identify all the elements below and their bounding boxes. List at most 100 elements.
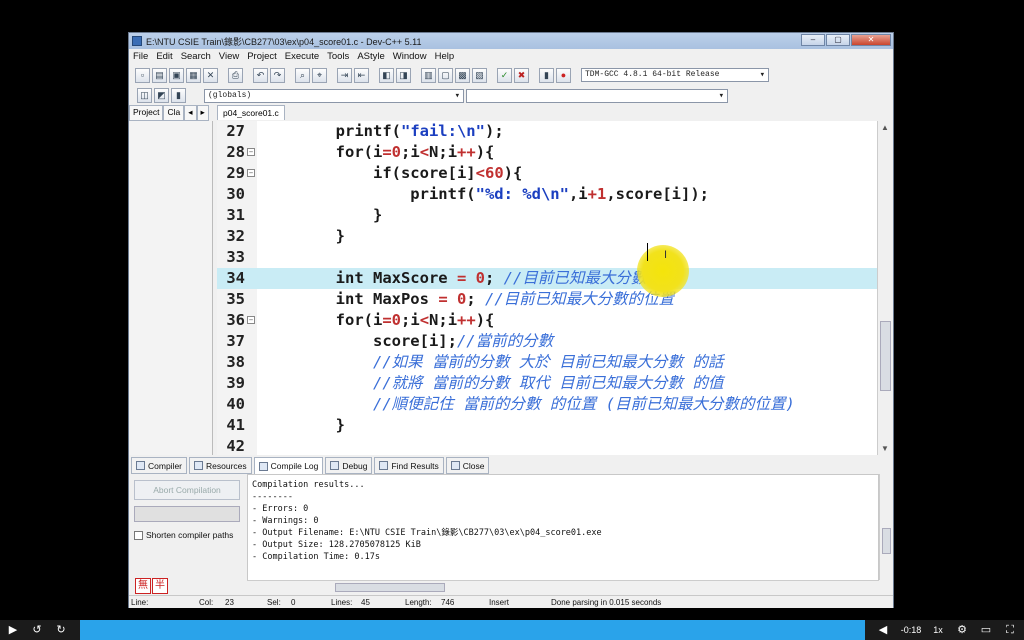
menu-astyle[interactable]: AStyle: [357, 51, 384, 62]
code-line[interactable]: 31 }: [217, 205, 877, 226]
code-editor[interactable]: 27 printf("fail:\n"); 28− for(i=0;i<N;i++…: [217, 121, 877, 455]
new-file-icon[interactable]: ▫: [135, 67, 150, 83]
shorten-paths-checkbox[interactable]: Shorten compiler paths: [134, 530, 233, 540]
menu-window[interactable]: Window: [393, 51, 427, 62]
code-line[interactable]: 33: [217, 247, 877, 268]
forward-icon[interactable]: ↻: [54, 622, 68, 638]
fullscreen-icon[interactable]: ⛶: [1002, 622, 1018, 638]
print-icon[interactable]: ⎙: [228, 67, 243, 83]
abort-compilation-button[interactable]: Abort Compilation: [134, 480, 240, 500]
tab-find-results[interactable]: Find Results: [374, 457, 444, 474]
play-icon[interactable]: ▶: [6, 622, 20, 638]
settings-icon[interactable]: ⚙: [954, 622, 970, 638]
code-line[interactable]: 35 int MaxPos = 0; //目前已知最大分數的位置: [217, 289, 877, 310]
insert-icon[interactable]: ◫: [137, 88, 152, 103]
tab-p04-score01[interactable]: p04_score01.c: [217, 105, 285, 120]
bookmark-icon[interactable]: ◧: [379, 67, 394, 83]
member-select[interactable]: [466, 88, 728, 103]
tab-classes[interactable]: Cla: [163, 105, 185, 121]
undo-icon[interactable]: ↶: [253, 67, 268, 83]
menu-help[interactable]: Help: [435, 51, 455, 62]
class-toolbar: ◫ ◩ ▮ (globals): [129, 86, 893, 105]
code-line[interactable]: 34 int MaxScore = 0; //目前已知最大分數: [217, 268, 877, 289]
compile-log-icon: [258, 461, 268, 471]
menu-file[interactable]: File: [133, 51, 148, 62]
menu-search[interactable]: Search: [181, 51, 211, 62]
log-line: - Errors: 0: [252, 504, 309, 514]
tab-debug[interactable]: Debug: [325, 457, 373, 474]
check-icon[interactable]: ✓: [497, 67, 512, 83]
checkbox-icon[interactable]: [134, 530, 143, 540]
code-line[interactable]: 28− for(i=0;i<N;i++){: [217, 142, 877, 163]
minimize-button[interactable]: –: [801, 34, 825, 46]
replace-icon[interactable]: ⌖: [312, 67, 327, 83]
scope-select[interactable]: (globals): [204, 88, 464, 103]
goto-bookmark-icon[interactable]: ▮: [171, 88, 186, 103]
run-icon[interactable]: ▢: [438, 67, 453, 83]
code-line[interactable]: 39 //就將 當前的分數 取代 目前已知最大分數 的值: [217, 373, 877, 394]
compile-icon[interactable]: ▥: [421, 67, 436, 83]
volume-icon[interactable]: ◀: [876, 622, 890, 638]
stop-icon[interactable]: ✖: [514, 67, 529, 83]
maximize-button[interactable]: ▢: [826, 34, 850, 46]
video-progress[interactable]: [80, 620, 865, 640]
code-line[interactable]: 40 //順便記住 當前的分數 的位置 (目前已知最大分數的位置): [217, 394, 877, 415]
code-line[interactable]: 41 }: [217, 415, 877, 436]
fold-toggle-icon[interactable]: −: [247, 316, 255, 324]
unindent-icon[interactable]: ⇤: [354, 67, 369, 83]
code-line[interactable]: 29− if(score[i]<60){: [217, 163, 877, 184]
ibeam-icon: I: [664, 249, 668, 261]
code-line[interactable]: 27 printf("fail:\n");: [217, 121, 877, 142]
tab-prev-icon[interactable]: ◂: [184, 105, 197, 121]
close-tab-icon: [450, 461, 460, 470]
find-icon[interactable]: ⌕: [295, 67, 310, 83]
tab-compile-log[interactable]: Compile Log: [253, 457, 324, 474]
code-line[interactable]: 38 //如果 當前的分數 大於 目前已知最大分數 的話: [217, 352, 877, 373]
log-hscrollbar[interactable]: [247, 580, 879, 594]
tab-compiler[interactable]: Compiler: [131, 457, 188, 474]
speed-button[interactable]: 1x: [930, 622, 946, 638]
menu-execute[interactable]: Execute: [285, 51, 319, 62]
compile-run-icon[interactable]: ▩: [455, 67, 470, 83]
compiler-select[interactable]: TDM-GCC 4.8.1 64-bit Release: [581, 68, 769, 82]
tab-next-icon[interactable]: ▸: [196, 105, 209, 121]
scroll-up-icon[interactable]: ▲: [881, 123, 889, 132]
redo-icon[interactable]: ↷: [270, 67, 285, 83]
code-line[interactable]: 36− for(i=0;i<N;i++){: [217, 310, 877, 331]
goto-icon[interactable]: ◨: [396, 67, 411, 83]
menu-view[interactable]: View: [219, 51, 239, 62]
close-button[interactable]: ✕: [851, 34, 891, 46]
rebuild-icon[interactable]: ▧: [472, 67, 487, 83]
code-line[interactable]: 30 printf("%d: %d\n",i+1,score[i]);: [217, 184, 877, 205]
menu-project[interactable]: Project: [247, 51, 277, 62]
menu-edit[interactable]: Edit: [156, 51, 172, 62]
debug-icon[interactable]: ●: [556, 67, 571, 83]
editor-vscrollbar[interactable]: ▲ ▼: [877, 121, 893, 455]
scroll-down-icon[interactable]: ▼: [881, 444, 889, 453]
tab-resources[interactable]: Resources: [189, 457, 252, 474]
tab-close[interactable]: Close: [445, 457, 490, 474]
code-line[interactable]: 37 score[i];//當前的分數: [217, 331, 877, 352]
resources-icon: [194, 461, 204, 470]
code-line[interactable]: 32 }: [217, 226, 877, 247]
save-all-icon[interactable]: ▦: [186, 67, 201, 83]
log-vscrollbar[interactable]: [879, 474, 893, 580]
save-icon[interactable]: ▣: [169, 67, 184, 83]
code-line[interactable]: 42: [217, 436, 877, 455]
find-results-icon: [379, 461, 389, 470]
status-mode: Insert: [489, 598, 510, 607]
chart-icon[interactable]: ▮: [539, 67, 554, 83]
tab-project[interactable]: Project: [129, 105, 164, 121]
fold-toggle-icon[interactable]: −: [247, 169, 255, 177]
fold-toggle-icon[interactable]: −: [247, 148, 255, 156]
toggle-icon[interactable]: ◩: [154, 88, 169, 103]
status-length-value: 746: [441, 598, 455, 607]
rewind-icon[interactable]: ↺: [30, 622, 44, 638]
open-file-icon[interactable]: ▤: [152, 67, 167, 83]
captions-icon[interactable]: ▭: [978, 622, 994, 638]
code-text: for(i=0;i<N;i++){: [261, 143, 495, 161]
indent-icon[interactable]: ⇥: [337, 67, 352, 83]
scroll-thumb[interactable]: [880, 321, 891, 391]
close-file-icon[interactable]: ✕: [203, 67, 218, 83]
menu-tools[interactable]: Tools: [327, 51, 349, 62]
